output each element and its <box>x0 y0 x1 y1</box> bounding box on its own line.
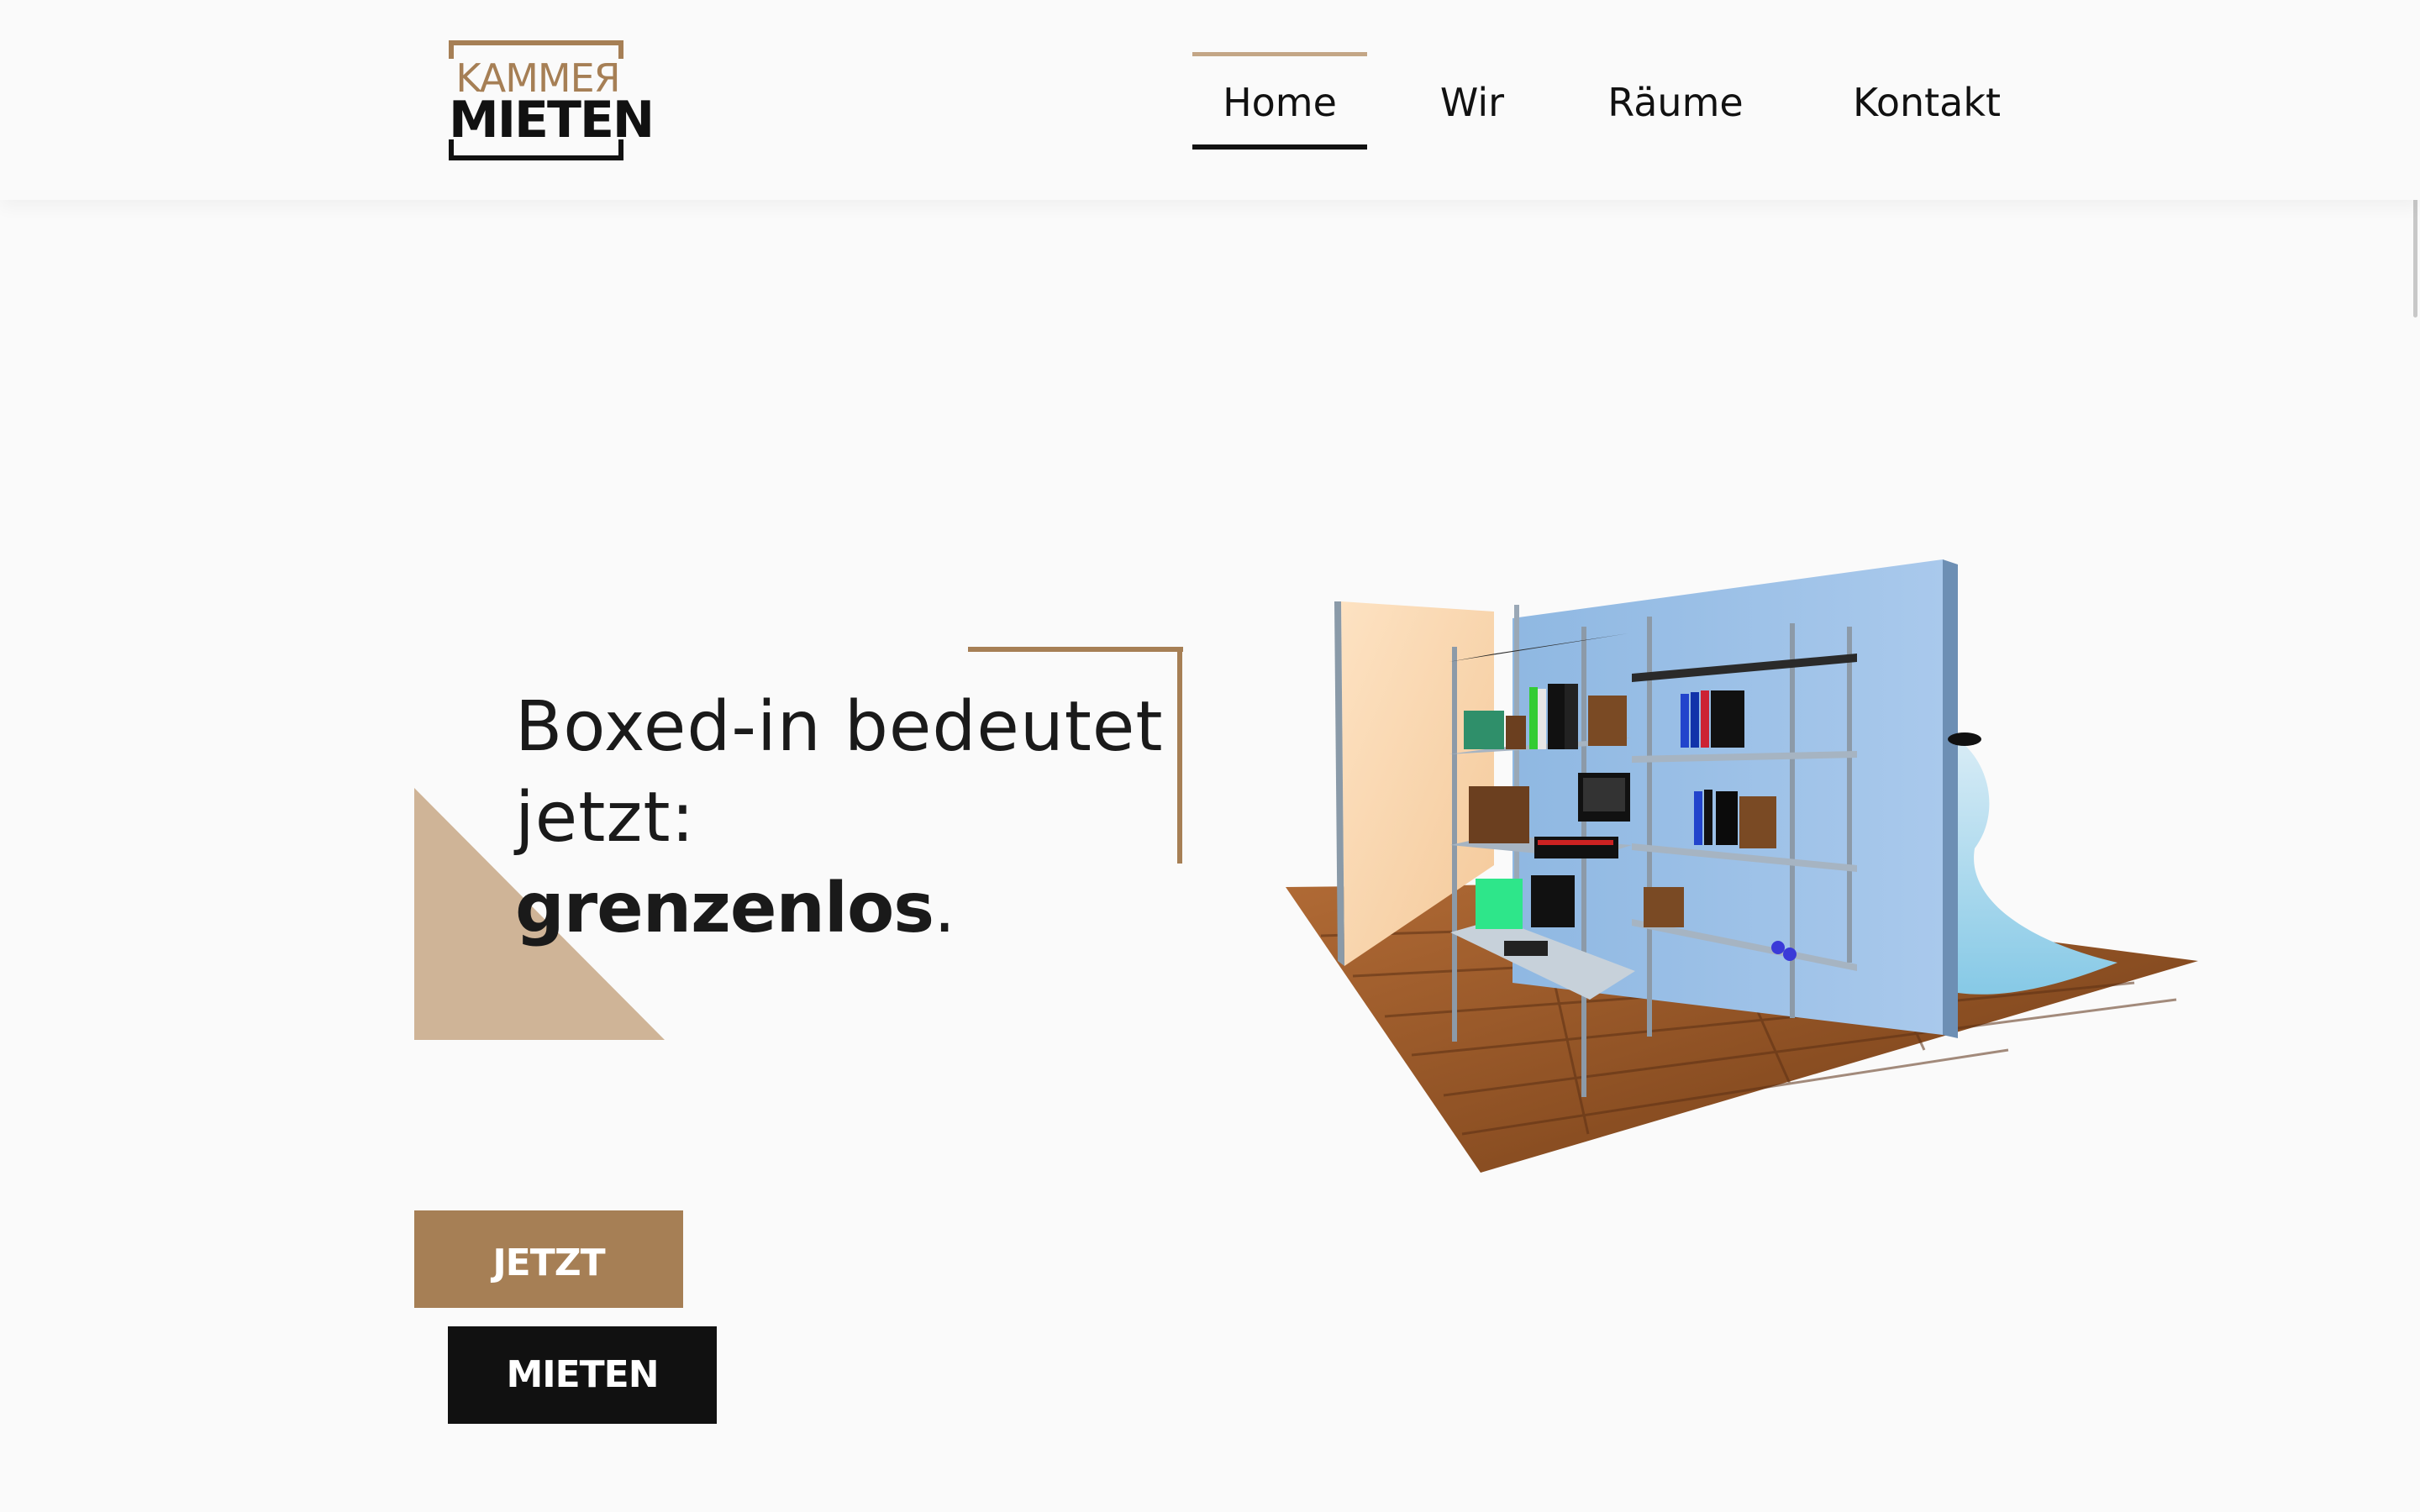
kammer-mieten-logo[interactable]: KAMMEЯ MIETEN <box>449 40 655 163</box>
cta-jetzt-button[interactable]: JETZT <box>414 1210 683 1308</box>
decorative-bracket-top <box>968 647 1183 652</box>
logo-frame-left <box>449 40 454 59</box>
nav-home[interactable]: Home <box>1192 52 1367 150</box>
logo-frame <box>449 40 623 45</box>
storage-room-illustration <box>1286 559 2198 1173</box>
cta-mieten-button[interactable]: MIETEN <box>448 1326 717 1424</box>
hero-headline: Boxed-in bedeutet jetzt: grenzenlos. <box>515 682 1164 954</box>
headline-line-2: jetzt: <box>515 778 696 858</box>
nav-kontakt[interactable]: Kontakt <box>1839 77 2015 128</box>
logo-word-mieten: MIETEN <box>449 91 655 150</box>
headline-line-3: grenzenlos. <box>515 864 1154 954</box>
logo-frame-bottom-left <box>449 139 454 160</box>
nav-raeume[interactable]: Räume <box>1597 77 1754 128</box>
headline-emphasis: grenzenlos <box>515 869 934 948</box>
nav-wir[interactable]: Wir <box>1428 77 1516 128</box>
headline-line-1: Boxed-in bedeutet <box>515 687 1164 767</box>
decorative-bracket-right <box>1177 647 1182 864</box>
site-header: KAMMEЯ MIETEN Home Wir Räume Kontakt <box>0 0 2420 200</box>
logo-frame-bottom-right <box>618 139 623 160</box>
logo-frame-bottom <box>449 155 623 160</box>
headline-period: . <box>934 869 957 948</box>
